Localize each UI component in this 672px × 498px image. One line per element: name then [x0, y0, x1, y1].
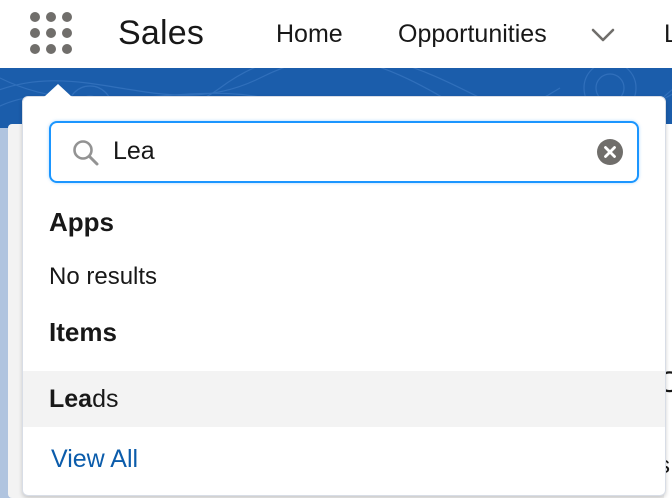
apps-heading: Apps: [49, 207, 114, 237]
app-launcher-button[interactable]: [30, 12, 76, 54]
app-launcher-dropdown: Apps No results Items Leads View All: [22, 96, 666, 496]
search-input[interactable]: [113, 132, 563, 170]
global-header: Sales Home Opportunities L: [0, 0, 672, 68]
app-name: Sales: [118, 14, 205, 52]
nav-item-cut-off[interactable]: L: [664, 20, 672, 49]
chevron-down-icon[interactable]: [590, 26, 616, 44]
apps-empty-message: No results: [49, 263, 158, 290]
nav-item-home[interactable]: Home: [276, 20, 343, 49]
view-all-link[interactable]: View All: [51, 445, 138, 474]
nav-item-opportunities[interactable]: Opportunities: [398, 20, 547, 49]
clear-search-button[interactable]: [597, 139, 623, 165]
waffle-icon: [30, 12, 40, 22]
search-icon: [73, 140, 99, 166]
search-box[interactable]: [49, 121, 639, 183]
match-remainder: ds: [92, 385, 119, 413]
item-result-label: Leads: [49, 385, 119, 414]
clear-icon: [604, 146, 616, 158]
match-highlight: Lea: [49, 385, 93, 413]
dropdown-pointer: [44, 84, 72, 97]
items-heading: Items: [49, 317, 117, 347]
item-result-leads[interactable]: Leads: [23, 371, 665, 427]
